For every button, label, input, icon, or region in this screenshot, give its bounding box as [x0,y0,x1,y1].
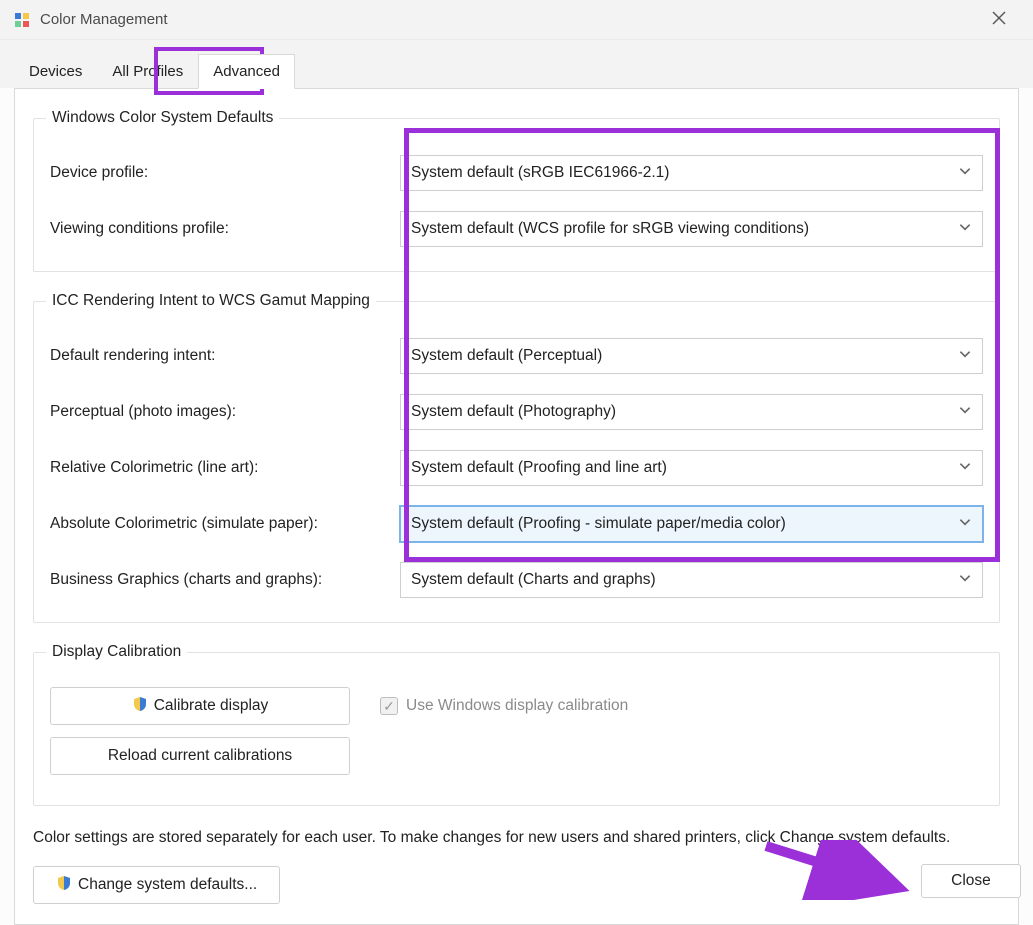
app-icon [14,12,30,28]
calibrate-display-label: Calibrate display [154,697,269,715]
select-business[interactable]: System default (Charts and graphs) [400,562,983,598]
chevron-down-icon [958,347,972,366]
group-legend-calibration: Display Calibration [46,643,187,661]
checkbox-label: Use Windows display calibration [406,697,628,715]
group-wcs-defaults: Windows Color System Defaults Device pro… [33,109,1000,272]
select-absolute[interactable]: System default (Proofing - simulate pape… [400,506,983,542]
select-default-intent-value: System default (Perceptual) [411,347,602,365]
select-relative[interactable]: System default (Proofing and line art) [400,450,983,486]
chevron-down-icon [958,571,972,590]
tab-all-profiles[interactable]: All Profiles [97,54,198,88]
chevron-down-icon [958,164,972,183]
checkbox-icon: ✓ [380,697,398,715]
label-default-intent: Default rendering intent: [50,347,400,365]
select-device-profile[interactable]: System default (sRGB IEC61966-2.1) [400,155,983,191]
titlebar: Color Management [0,0,1033,40]
select-business-value: System default (Charts and graphs) [411,571,656,589]
color-management-window: Color Management Devices All Profiles Ad… [0,0,1033,910]
label-viewing-conditions: Viewing conditions profile: [50,220,400,238]
group-display-calibration: Display Calibration Calibrate display ✓ … [33,643,1000,806]
change-system-defaults-button[interactable]: Change system defaults... [33,866,280,904]
dialog-footer: Close [921,864,1021,898]
select-perceptual[interactable]: System default (Photography) [400,394,983,430]
close-icon [992,11,1006,25]
shield-icon [132,696,148,717]
select-viewing-conditions-value: System default (WCS profile for sRGB vie… [411,220,809,238]
change-system-defaults-label: Change system defaults... [78,876,257,894]
calibrate-display-button[interactable]: Calibrate display [50,687,350,725]
label-device-profile: Device profile: [50,164,400,182]
label-business: Business Graphics (charts and graphs): [50,571,400,589]
select-device-profile-value: System default (sRGB IEC61966-2.1) [411,164,669,182]
settings-note: Color settings are stored separately for… [33,826,1000,850]
select-absolute-value: System default (Proofing - simulate pape… [411,515,786,533]
chevron-down-icon [958,220,972,239]
group-legend-wcs: Windows Color System Defaults [46,109,279,127]
select-default-intent[interactable]: System default (Perceptual) [400,338,983,374]
select-perceptual-value: System default (Photography) [411,403,616,421]
window-close-button[interactable] [979,9,1019,30]
tab-strip: Devices All Profiles Advanced [0,40,1033,88]
label-relative: Relative Colorimetric (line art): [50,459,400,477]
reload-calibrations-label: Reload current calibrations [108,747,292,765]
chevron-down-icon [958,403,972,422]
close-button[interactable]: Close [921,864,1021,898]
tab-devices[interactable]: Devices [14,54,97,88]
close-button-label: Close [951,872,991,890]
label-absolute: Absolute Colorimetric (simulate paper): [50,515,400,533]
tab-advanced[interactable]: Advanced [198,54,295,89]
label-perceptual: Perceptual (photo images): [50,403,400,421]
select-viewing-conditions[interactable]: System default (WCS profile for sRGB vie… [400,211,983,247]
group-legend-icc: ICC Rendering Intent to WCS Gamut Mappin… [46,292,376,310]
chevron-down-icon [958,515,972,534]
group-icc-mapping: ICC Rendering Intent to WCS Gamut Mappin… [33,292,1000,623]
chevron-down-icon [958,459,972,478]
tab-content-advanced: Windows Color System Defaults Device pro… [14,88,1019,925]
select-relative-value: System default (Proofing and line art) [411,459,667,477]
shield-icon [56,875,72,896]
checkbox-use-windows-calibration: ✓ Use Windows display calibration [380,697,628,715]
window-title: Color Management [40,11,979,28]
reload-calibrations-button[interactable]: Reload current calibrations [50,737,350,775]
